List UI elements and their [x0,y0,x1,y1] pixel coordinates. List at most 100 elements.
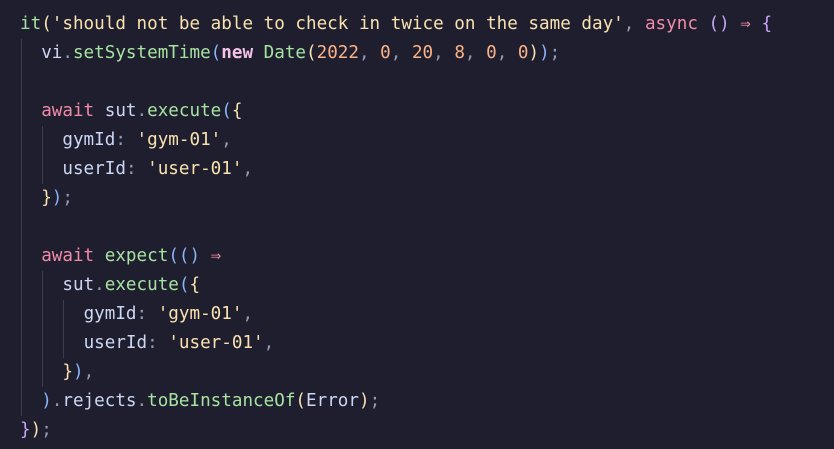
indent-guide [21,271,22,300]
indent-guide [42,329,44,358]
code-token: } [62,362,73,382]
code-token: () [708,14,730,34]
code-token: { [189,275,201,295]
code-token: ; [62,188,73,208]
code-token: 'gym-01' [157,304,243,324]
code-line: ).rejects.toBeInstanceOf(Error); [20,387,834,416]
code-token: ( [221,101,232,121]
code-token: , [623,14,645,34]
indent-guide [21,329,22,358]
code-token: ) [72,362,84,382]
code-token: , [83,362,95,382]
code-editor[interactable]: it('should not be able to check in twice… [0,0,834,449]
code-token: Error [306,391,359,411]
code-token: { [231,101,243,121]
code-token: ) [30,420,42,440]
code-token: rejects [62,391,137,411]
indent-guide [21,387,22,416]
indent-guide [21,300,22,329]
code-line: gymId: 'gym-01', [20,300,834,329]
code-line: it('should not be able to check in twice… [20,10,834,39]
code-token: , [242,159,254,179]
code-line: vi.setSystemTime(new Date(2022, 0, 20, 8… [20,39,834,68]
indent-guide [42,300,44,329]
indent-guide [63,329,65,358]
indent-guide [21,39,22,68]
indent-guide [21,213,22,242]
code-token: { [761,14,773,34]
indent-guide [42,358,44,387]
code-token: ; [41,420,52,440]
code-token: 'should not be able to check in twice on… [51,14,624,34]
code-token: ⇒ [200,246,222,266]
indent-guide [21,68,22,97]
code-token: } [41,188,52,208]
indent-guide [21,184,22,213]
indent-guide [42,126,44,155]
indent-guide [21,97,22,126]
indent-guide [21,155,22,184]
code-token: , [242,304,254,324]
code-token: 0 [486,43,497,63]
code-token: , [464,43,487,63]
code-token: , [358,43,381,63]
code-token: ( [210,43,222,63]
code-token: : [136,304,158,324]
code-line: }), [20,358,834,387]
code-token: 0 [517,43,529,63]
indent-guide [42,155,44,184]
code-token: ⇒ [729,14,762,34]
code-line: }); [20,184,834,213]
code-token: gymId [83,304,137,324]
indent-guide [21,242,22,271]
code-token: 2022 [316,43,359,63]
code-token: ) [528,43,540,63]
code-token: . [94,275,105,295]
code-token: , [433,43,455,63]
code-token: , [263,333,275,353]
code-token: userId [83,333,148,353]
code-token: 20 [411,43,434,63]
code-token: 'gym-01' [136,130,222,150]
code-token: sut [62,275,95,295]
code-line: userId: 'user-01', [20,155,834,184]
code-line [20,68,834,97]
code-token: userId [62,159,126,179]
code-line: await expect(() ⇒ [20,242,834,271]
indent-guide [42,271,44,300]
code-token: execute [147,101,222,121]
code-token: , [496,43,518,63]
indent-guide [21,126,22,155]
code-line: sut.execute({ [20,271,834,300]
code-token: await [41,101,95,121]
code-line: userId: 'user-01', [20,329,834,358]
code-token: 'user-01' [147,159,243,179]
code-token: ; [369,391,381,411]
code-line: await sut.execute({ [20,97,834,126]
code-token: ) [358,391,370,411]
code-token: ) [51,188,63,208]
code-token: , [390,43,412,63]
code-token: toBeInstanceOf [147,391,296,411]
code-token: () [178,246,201,266]
code-token: expect [104,246,169,266]
code-token: 8 [454,43,465,63]
code-token: . [136,101,148,121]
code-token: 'user-01' [168,333,264,353]
code-token: : [115,130,137,150]
code-token: execute [104,275,179,295]
code-token: . [62,43,73,63]
code-token: setSystemTime [72,43,211,63]
